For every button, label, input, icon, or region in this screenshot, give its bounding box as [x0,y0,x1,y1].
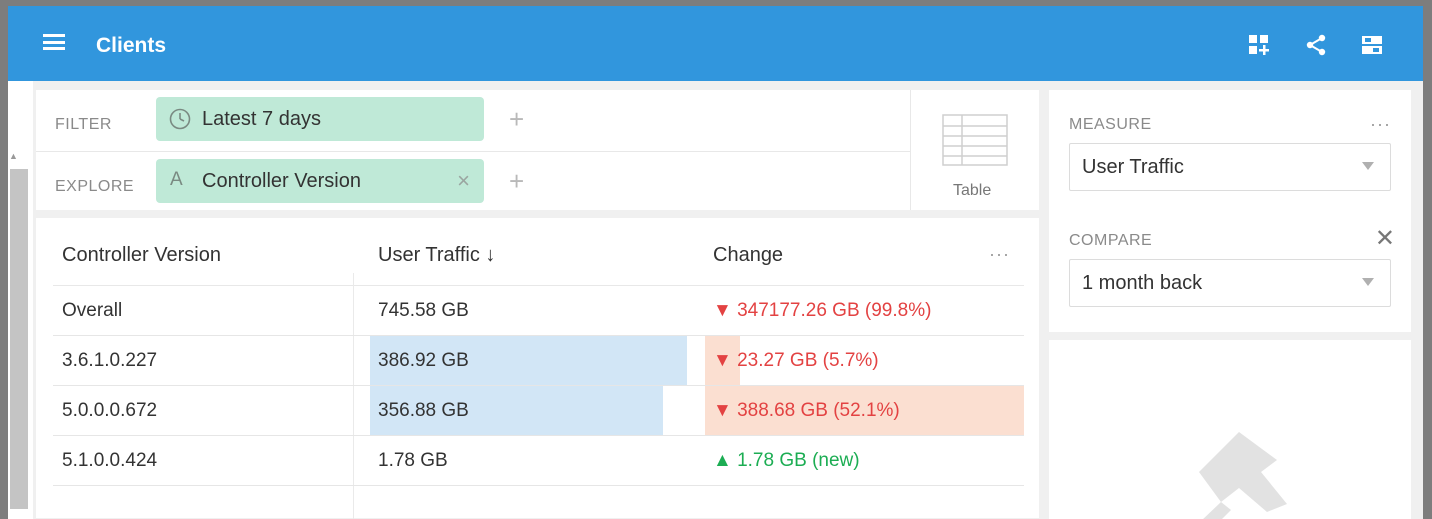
compare-value: 1 month back [1082,272,1203,294]
menu-icon[interactable] [43,34,65,50]
cell-version: 3.6.1.0.227 [62,350,158,371]
viz-divider [910,90,911,210]
layout-icon[interactable] [1361,34,1383,56]
add-dashboard-icon[interactable] [1248,34,1270,56]
cell-version: 5.0.0.0.672 [62,400,158,421]
measure-label: MEASURE [1069,116,1152,133]
table-row[interactable]: Overall 745.58 GB ▼ 347177.26 GB (99.8%) [53,286,1024,336]
share-icon[interactable] [1305,34,1327,56]
scrollbar-thumb[interactable] [10,169,28,509]
add-explore-button[interactable]: + [509,166,524,197]
column-header-version[interactable]: Controller Version [62,244,221,267]
column-header-traffic[interactable]: User Traffic ↓ [378,244,495,267]
measure-select[interactable]: User Traffic [1069,143,1391,191]
cell-traffic: 356.88 GB [378,400,469,421]
left-panel: ▲ [8,81,33,519]
cell-change: ▼ 388.68 GB (52.1%) [713,400,900,421]
cell-traffic: 745.58 GB [378,300,469,321]
compare-label: COMPARE [1069,232,1153,249]
dimension-a-icon: A [170,169,183,190]
table-row[interactable]: 3.6.1.0.227 386.92 GB ▼ 23.27 GB (5.7%) [53,336,1024,386]
cell-traffic: 1.78 GB [378,450,448,471]
filter-panel: FILTER Latest 7 days + EXPLORE A Control… [36,90,1039,210]
cell-version: 5.1.0.0.424 [62,450,158,471]
measure-more-button[interactable]: ··· [1370,114,1391,135]
filter-label: FILTER [55,116,112,133]
compare-select[interactable]: 1 month back [1069,259,1391,307]
viz-type-label: Table [953,182,992,199]
cell-change: ▼ 347177.26 GB (99.8%) [713,300,932,321]
app-frame: Clients ▲ FILTER Latest 7 days + EXPLORE [0,0,1432,519]
data-table: Controller Version User Traffic ↓ Change… [36,218,1039,519]
filter-pill-label: Latest 7 days [202,108,321,130]
add-filter-button[interactable]: + [509,104,524,135]
page-title: Clients [96,34,167,57]
table-row[interactable]: 5.1.0.0.424 1.78 GB ▲ 1.78 GB (new) [53,436,1024,486]
measure-value: User Traffic [1082,156,1184,178]
explore-pill-label: Controller Version [202,170,361,192]
table-more-button[interactable]: ··· [989,244,1010,265]
close-compare-button[interactable]: ✕ [1375,224,1395,253]
explore-pill[interactable]: A Controller Version × [156,159,484,203]
filter-pill[interactable]: Latest 7 days [156,97,484,141]
table-icon[interactable] [942,114,1008,166]
top-bar: Clients [8,6,1423,81]
clock-icon [169,108,191,130]
pinboard-panel [1049,340,1411,519]
cell-change: ▼ 23.27 GB (5.7%) [713,350,879,371]
chevron-down-icon [1362,278,1374,286]
table-row[interactable]: 5.0.0.0.672 356.88 GB ▼ 388.68 GB (52.1%… [53,386,1024,436]
measure-panel: MEASURE ··· User Traffic COMPARE ✕ 1 mon… [1049,90,1411,332]
pin-icon [1199,432,1287,519]
explore-label: EXPLORE [55,178,135,195]
chevron-down-icon [1362,162,1374,170]
cell-traffic: 386.92 GB [378,350,469,371]
cell-version: Overall [62,300,123,321]
column-header-change[interactable]: Change [713,244,783,267]
cell-change: ▲ 1.78 GB (new) [713,450,860,471]
filter-divider [36,151,910,152]
scroll-up-icon[interactable]: ▲ [9,151,18,161]
remove-explore-button[interactable]: × [457,168,470,194]
